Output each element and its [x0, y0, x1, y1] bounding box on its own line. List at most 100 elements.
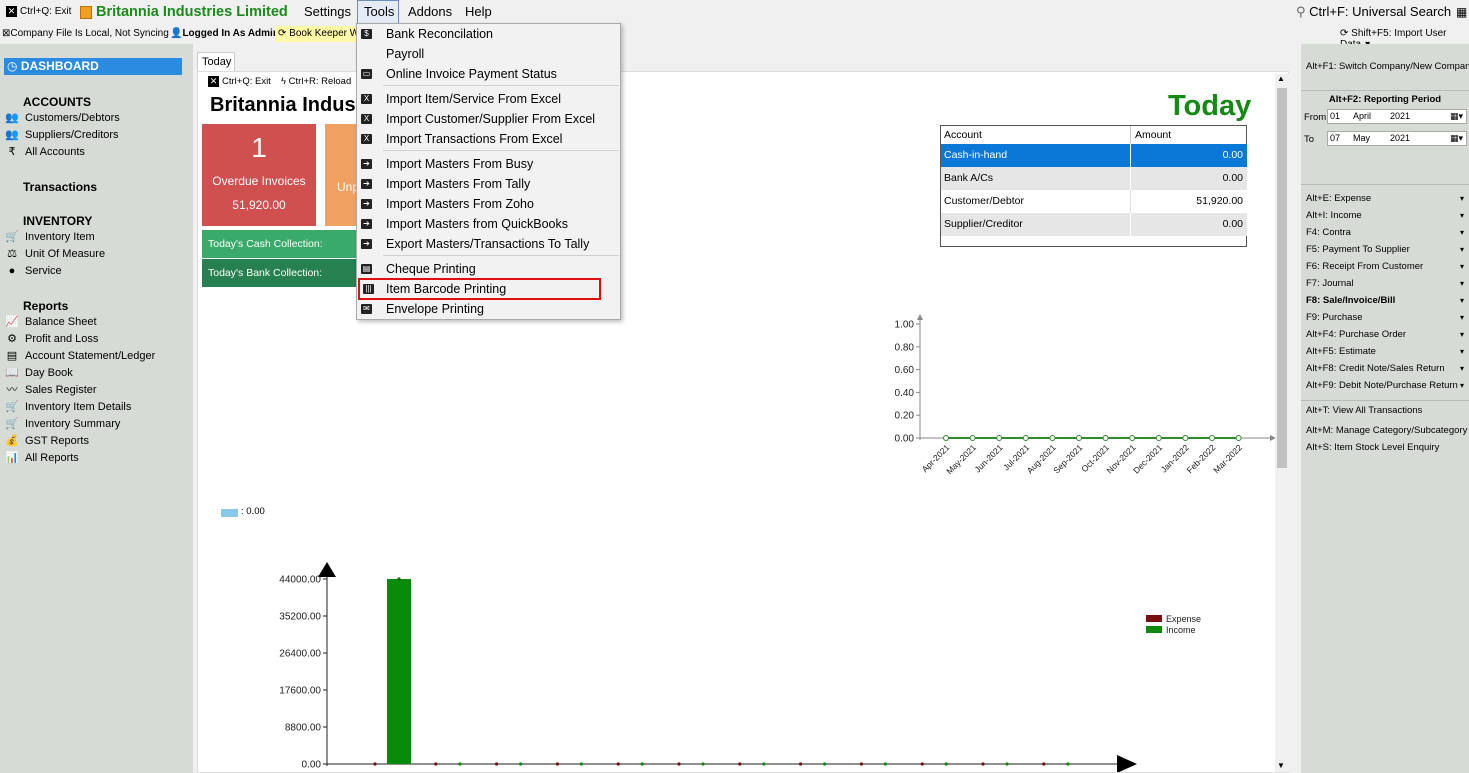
sidebar-item-unit-of-measure[interactable]: ⚖ Unit Of Measure — [4, 246, 105, 263]
book-icon: 📖 — [5, 367, 19, 379]
cell-account: Supplier/Creditor — [941, 213, 1131, 236]
chevron-down-icon[interactable]: ▾ — [1460, 326, 1464, 343]
line-point — [1209, 435, 1215, 441]
calculator-icon[interactable]: ▦ — [1456, 0, 1467, 24]
vertical-scrollbar[interactable]: ▲ ▼ — [1275, 74, 1289, 772]
scroll-down-icon[interactable]: ▼ — [1277, 761, 1285, 770]
menu-item-cheque-printing[interactable]: ▤ Cheque Printing — [357, 259, 620, 279]
universal-search[interactable]: ⚲ Ctrl+F: Universal Search — [1296, 0, 1451, 24]
shortcut-item[interactable]: Alt+F8: Credit Note/Sales Return ▾ — [1306, 360, 1466, 377]
sidebar-item-profit-loss[interactable]: ⚙ Profit and Loss — [4, 331, 98, 348]
toolbar-exit[interactable]: ✕ Ctrl+Q: Exit — [208, 76, 271, 87]
bookkeeper-badge[interactable]: ⟳ Book Keeper We — [275, 26, 357, 42]
toolbar-exit-label: Ctrl+Q: Exit — [222, 76, 271, 88]
sidebar-item-day-book[interactable]: 📖 Day Book — [4, 365, 73, 382]
chevron-down-icon[interactable]: ▾ — [1460, 360, 1464, 377]
shortcut-item[interactable]: F7: Journal ▾ — [1306, 275, 1466, 292]
dashboard-label: DASHBOARD — [20, 59, 99, 73]
shortcut-item[interactable]: Alt+I: Income ▾ — [1306, 207, 1466, 224]
calendar-icon[interactable]: ▦▾ — [1450, 132, 1463, 145]
sidebar-item-label: Balance Sheet — [25, 316, 97, 328]
menu-item-import-masters-zoho[interactable]: ➔ Import Masters From Zoho — [357, 194, 620, 214]
menu-item-envelope-printing[interactable]: ✉ Envelope Printing — [357, 299, 620, 319]
income-point — [1066, 762, 1070, 766]
table-row[interactable]: Bank A/Cs 0.00 — [941, 167, 1247, 190]
calendar-icon[interactable]: ▦▾ — [1450, 110, 1463, 123]
shortcut-item[interactable]: Alt+F5: Estimate ▾ — [1306, 343, 1466, 360]
tab-today[interactable]: Today — [197, 52, 235, 71]
shortcut-item[interactable]: F5: Payment To Supplier ▾ — [1306, 241, 1466, 258]
chevron-down-icon[interactable]: ▾ — [1460, 258, 1464, 275]
table-header: Account Amount — [941, 126, 1247, 144]
sidebar-item-inventory-details[interactable]: 🛒 Inventory Item Details — [4, 399, 131, 416]
scroll-up-icon[interactable]: ▲ — [1277, 74, 1285, 83]
sidebar-item-inventory-summary[interactable]: 🛒 Inventory Summary — [4, 416, 120, 433]
chevron-down-icon[interactable]: ▾ — [1460, 224, 1464, 241]
table-row[interactable]: Customer/Debtor 51,920.00 — [941, 190, 1247, 213]
sidebar-item-service[interactable]: ● Service — [4, 263, 62, 280]
sidebar-item-gst-reports[interactable]: 💰 GST Reports — [4, 433, 89, 450]
sidebar-item-balance-sheet[interactable]: 📈 Balance Sheet — [4, 314, 97, 331]
payroll-icon — [361, 49, 372, 59]
item-stock-enquiry-link[interactable]: Alt+S: Item Stock Level Enquiry — [1306, 439, 1466, 456]
sidebar-item-customers[interactable]: 👥 Customers/Debtors — [4, 110, 120, 127]
income-point — [762, 762, 766, 766]
barcode-icon: ||| — [363, 284, 374, 294]
manage-category-link[interactable]: Alt+M: Manage Category/Subcategory — [1306, 422, 1467, 439]
chevron-down-icon[interactable]: ▾ — [1460, 292, 1464, 309]
shortcut-item[interactable]: Alt+E: Expense ▾ — [1306, 190, 1466, 207]
overdue-invoices-card[interactable]: 1 Overdue Invoices 51,920.00 — [202, 124, 316, 226]
menu-item-payroll[interactable]: Payroll — [357, 44, 620, 64]
sidebar-item-account-statement[interactable]: ▤ Account Statement/Ledger — [4, 348, 155, 365]
sidebar-item-all-accounts[interactable]: ₹ All Accounts — [4, 144, 85, 161]
scroll-thumb[interactable] — [1277, 88, 1287, 468]
sidebar-item-inventory-item[interactable]: 🛒 Inventory Item — [4, 229, 95, 246]
menu-tools[interactable]: Tools — [357, 0, 399, 23]
shortcut-item[interactable]: Alt+F4: Purchase Order ▾ — [1306, 326, 1466, 343]
menu-item-export-masters-tally[interactable]: ➔ Export Masters/Transactions To Tally — [357, 234, 620, 254]
chart-icon: 📈 — [5, 316, 19, 328]
chevron-down-icon[interactable]: ▾ — [1460, 309, 1464, 326]
menu-item-import-masters-busy[interactable]: ➔ Import Masters From Busy — [357, 154, 620, 174]
chevron-down-icon[interactable]: ▾ — [1460, 377, 1464, 394]
shortcut-item[interactable]: F6: Receipt From Customer ▾ — [1306, 258, 1466, 275]
to-date-picker[interactable]: 07 May 2021 ▦▾ — [1327, 131, 1467, 146]
menu-item-item-barcode-printing[interactable]: ||| Item Barcode Printing — [358, 278, 601, 300]
menu-item-import-customer-supplier[interactable]: X Import Customer/Supplier From Excel — [357, 109, 620, 129]
menu-settings[interactable]: Settings — [304, 0, 351, 24]
menu-item-label: Import Masters From Busy — [386, 157, 534, 171]
toolbar-reload[interactable]: ϟ Ctrl+R: Reload — [281, 76, 351, 87]
chevron-down-icon[interactable]: ▾ — [1460, 343, 1464, 360]
line-point — [1049, 435, 1056, 441]
chevron-down-icon[interactable]: ▾ — [1460, 190, 1464, 207]
menu-item-import-masters-quickbooks[interactable]: ➔ Import Masters from QuickBooks — [357, 214, 620, 234]
shortcut-label: Alt+I: Income — [1306, 210, 1362, 221]
shortcut-item[interactable]: F4: Contra ▾ — [1306, 224, 1466, 241]
menu-item-import-transactions[interactable]: X Import Transactions From Excel — [357, 129, 620, 149]
chevron-down-icon[interactable]: ▾ — [1460, 207, 1464, 224]
menu-item-bank-reconcilation[interactable]: $ Bank Reconcilation — [357, 24, 620, 44]
menu-item-import-masters-tally[interactable]: ➔ Import Masters From Tally — [357, 174, 620, 194]
chevron-down-icon[interactable]: ▾ — [1460, 275, 1464, 292]
exit-shortcut[interactable]: ✕ Ctrl+Q: Exit — [6, 0, 71, 24]
switch-company-link[interactable]: Alt+F1: Switch Company/New Company — [1306, 58, 1469, 75]
menu-item-import-item-service[interactable]: X Import Item/Service From Excel — [357, 89, 620, 109]
shortcut-item[interactable]: F8: Sale/Invoice/Bill ▾ — [1306, 292, 1466, 309]
sidebar-item-transactions[interactable]: Transactions — [23, 180, 97, 194]
shortcut-item[interactable]: F9: Purchase ▾ — [1306, 309, 1466, 326]
view-all-transactions-link[interactable]: Alt+T: View All Transactions — [1306, 402, 1466, 419]
sidebar-item-dashboard[interactable]: ◷ DASHBOARD — [4, 58, 182, 75]
chevron-down-icon[interactable]: ▾ — [1460, 241, 1464, 258]
table-row[interactable]: Supplier/Creditor 0.00 — [941, 213, 1247, 236]
sidebar-item-label: Customers/Debtors — [25, 112, 120, 124]
menu-item-online-invoice-payment-status[interactable]: ▭ Online Invoice Payment Status — [357, 64, 620, 84]
menu-help[interactable]: Help — [465, 0, 492, 24]
sidebar-item-suppliers[interactable]: 👥 Suppliers/Creditors — [4, 127, 118, 144]
sidebar-item-all-reports[interactable]: 📊 All Reports — [4, 450, 79, 467]
menu-addons[interactable]: Addons — [408, 0, 452, 24]
from-date-picker[interactable]: 01 April 2021 ▦▾ — [1327, 109, 1467, 124]
sidebar-item-sales-register[interactable]: 〰 Sales Register — [4, 382, 97, 399]
sidebar-item-label: GST Reports — [25, 435, 89, 447]
shortcut-item[interactable]: Alt+F9: Debit Note/Purchase Return ▾ — [1306, 377, 1466, 394]
table-row[interactable]: Cash-in-hand 0.00 — [941, 144, 1247, 167]
